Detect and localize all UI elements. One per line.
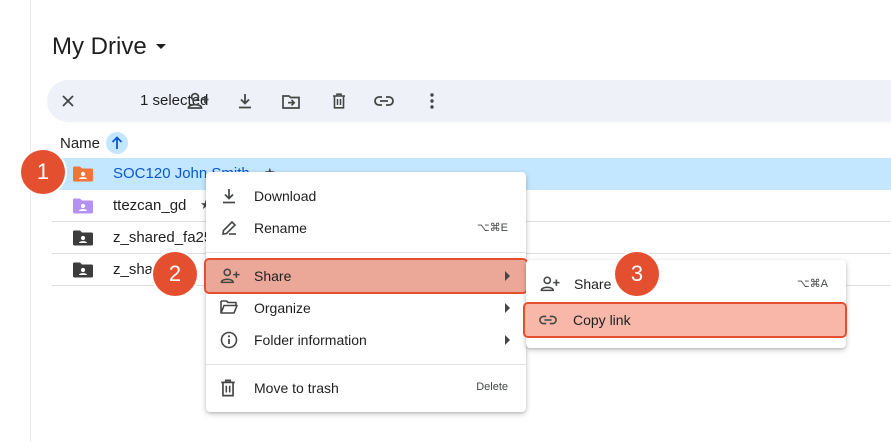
add-person-icon bbox=[540, 275, 560, 293]
selection-toolbar: 1 selected bbox=[47, 80, 891, 122]
submenu-arrow-icon bbox=[505, 303, 510, 313]
menu-item-folder-information[interactable]: Folder information bbox=[206, 324, 526, 356]
shared-folder-icon bbox=[72, 230, 94, 246]
menu-item-share[interactable]: Share bbox=[204, 258, 528, 294]
my-drive-title-dropdown[interactable]: My Drive bbox=[52, 30, 167, 64]
sort-ascending-icon[interactable] bbox=[106, 132, 129, 154]
menu-item-label: Move to trash bbox=[254, 380, 339, 396]
menu-item-label: Download bbox=[254, 188, 317, 204]
name-column-header[interactable]: Name bbox=[60, 132, 129, 154]
shared-folder-icon bbox=[72, 166, 94, 182]
menu-item-move-to-trash[interactable]: Move to trash Delete bbox=[206, 372, 526, 404]
trash-icon[interactable] bbox=[327, 89, 351, 113]
context-menu: Download Rename ⌥⌘E Share Organize Folde… bbox=[204, 172, 528, 412]
menu-item-label: Organize bbox=[254, 300, 311, 316]
file-name: z_sha bbox=[113, 261, 154, 278]
column-name-label: Name bbox=[60, 134, 101, 152]
folder-open-icon bbox=[220, 299, 238, 317]
add-person-icon bbox=[220, 267, 240, 285]
step-callout-2: 2 bbox=[153, 252, 197, 296]
submenu-item-copy-link[interactable]: Copy link bbox=[523, 302, 847, 338]
link-icon[interactable] bbox=[372, 89, 396, 113]
menu-item-organize[interactable]: Organize bbox=[206, 292, 526, 324]
more-vert-icon[interactable] bbox=[420, 89, 444, 113]
shortcut-hint: ⌥⌘E bbox=[476, 222, 508, 234]
menu-item-download[interactable]: Download bbox=[206, 180, 526, 212]
shared-folder-icon bbox=[72, 262, 94, 278]
shortcut-hint: Delete bbox=[476, 381, 508, 393]
move-to-folder-icon[interactable] bbox=[279, 89, 303, 113]
add-person-icon[interactable] bbox=[186, 89, 210, 113]
share-submenu: Share ⌥⌘A Copy link bbox=[523, 260, 847, 348]
caret-down-icon bbox=[155, 43, 167, 51]
menu-item-label: Copy link bbox=[573, 312, 631, 328]
shortcut-hint: ⌥⌘A bbox=[796, 278, 828, 290]
trash-icon bbox=[220, 379, 238, 397]
menu-item-label: Share bbox=[254, 268, 292, 284]
download-icon[interactable] bbox=[233, 89, 257, 113]
left-divider bbox=[30, 0, 31, 442]
file-name: z_shared_fa25 bbox=[113, 229, 213, 246]
submenu-arrow-icon bbox=[505, 335, 510, 345]
menu-item-label: Rename bbox=[254, 220, 307, 236]
close-icon[interactable] bbox=[56, 89, 80, 113]
pencil-icon bbox=[220, 219, 238, 237]
menu-item-label: Folder information bbox=[254, 332, 367, 348]
shared-folder-icon bbox=[72, 198, 94, 214]
menu-item-rename[interactable]: Rename ⌥⌘E bbox=[206, 212, 526, 244]
submenu-item-share[interactable]: Share ⌥⌘A bbox=[526, 268, 846, 300]
submenu-arrow-icon bbox=[505, 271, 510, 281]
file-name: ttezcan_gd bbox=[113, 197, 187, 214]
menu-divider bbox=[206, 364, 526, 365]
download-icon bbox=[220, 187, 238, 205]
page-title: My Drive bbox=[52, 33, 147, 60]
menu-item-label: Share bbox=[574, 276, 612, 292]
step-callout-1: 1 bbox=[21, 150, 65, 194]
menu-divider bbox=[206, 252, 526, 253]
info-icon bbox=[220, 331, 238, 349]
link-icon bbox=[539, 311, 557, 329]
step-callout-3: 3 bbox=[615, 252, 659, 296]
